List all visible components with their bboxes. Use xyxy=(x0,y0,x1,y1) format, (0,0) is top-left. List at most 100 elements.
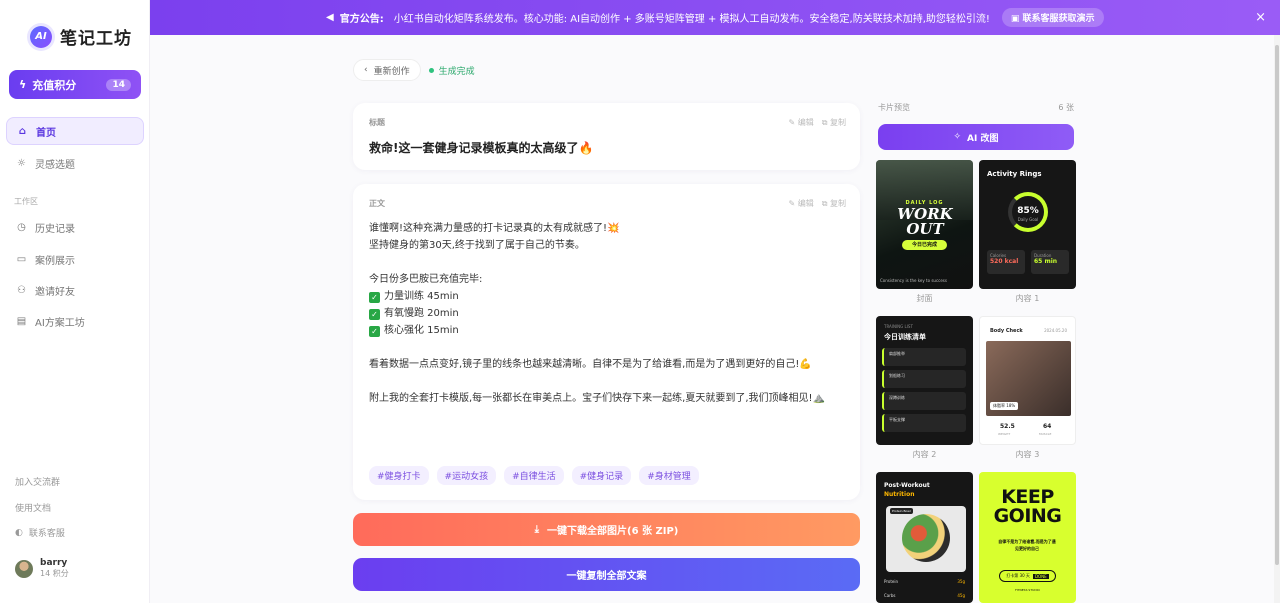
card-footer: FITNESS STUDIO xyxy=(1015,588,1040,592)
download-icon: ⤓ xyxy=(534,524,540,535)
nav-item-label: 案例展示 xyxy=(35,255,75,267)
nav-item-invite[interactable]: ⚇ 邀请好友 xyxy=(6,276,144,304)
preview-caption: 封面 xyxy=(916,294,933,303)
support-icon: ◐ xyxy=(15,527,23,538)
join-group-link[interactable]: 加入交流群 xyxy=(15,475,60,488)
weight-value: 52.5 xyxy=(1000,423,1015,430)
recreate-button[interactable]: ‹ 重新创作 xyxy=(353,59,421,81)
hashtag[interactable]: #健身打卡 xyxy=(369,466,429,485)
body-line: 今日份多巴胺已充值完毕: xyxy=(369,274,483,285)
nav-item-history[interactable]: ◷ 历史记录 xyxy=(6,213,144,241)
post-body: 谁懂啊!这种充满力量感的打卡记录真的太有成就感了!💥 坚持健身的第30天,终于找… xyxy=(369,220,839,407)
bowl-chip: Protein Bowl xyxy=(890,508,913,514)
brand-name: 笔记工坊 xyxy=(60,29,132,49)
preview-caption: 内容 1 xyxy=(1015,294,1040,303)
hashtag[interactable]: #身材管理 xyxy=(639,466,699,485)
chevron-left-icon: ‹ xyxy=(364,65,368,75)
result-topbar: ‹ 重新创作 生成完成 xyxy=(353,59,475,81)
download-all-button[interactable]: ⤓ 一键下载全部图片(6 张 ZIP) xyxy=(353,513,860,546)
done-chip: DONE xyxy=(1032,573,1049,579)
status-text: 生成完成 xyxy=(438,66,475,77)
preview-count: 6 张 xyxy=(1058,103,1074,112)
preview-card-content-2[interactable]: TRAINING LIST 今日训练清单 肩部推举 划船练习 深蹲训练 平板支撑 xyxy=(876,316,973,445)
support-link[interactable]: ◐ 联系客服 xyxy=(15,526,65,540)
preview-card-content-1[interactable]: Activity Rings 85% Daily Goal Calories 5… xyxy=(979,160,1076,289)
preview-card-content-3[interactable]: Body Check 2024.05.20 体脂率 18% 52.5 WEIGH… xyxy=(979,316,1076,445)
preview-header: 卡片预览 6 张 xyxy=(878,102,1074,113)
checkmark-icon: ✓ xyxy=(369,326,380,337)
checklist-item: ✓ 有氧慢跑 20min xyxy=(369,305,839,322)
edit-title-button[interactable]: ✎ 编辑 xyxy=(788,117,813,128)
card-subtitle: 自律不是为了给谁看,而是为了遇见更好的自己 xyxy=(998,539,1056,551)
page-scrollbar[interactable] xyxy=(1274,35,1280,603)
checklist-item: ✓ 核心强化 15min xyxy=(369,322,839,339)
copy-all-button[interactable]: 一键复制全部文案 xyxy=(353,558,860,591)
ai-edit-button[interactable]: ✧ AI 改图 xyxy=(878,124,1074,150)
preview-card-cover[interactable]: DAILY LOG WORK OUT 今日已完成 Consistency is … xyxy=(876,160,973,289)
ring-caption: Daily Goal xyxy=(1017,217,1039,222)
contact-sales-button[interactable]: ▣ 联系客服获取演示 xyxy=(1001,8,1104,27)
recharge-button[interactable]: ϟ 充值积分 14 xyxy=(9,70,141,99)
training-row: 平板支撑 xyxy=(882,414,966,432)
copy-all-label: 一键复制全部文案 xyxy=(566,571,647,582)
nav-item-home[interactable]: ⌂ 首页 xyxy=(6,117,144,145)
avatar xyxy=(15,559,33,578)
nav-item-label: 首页 xyxy=(36,127,56,139)
training-row: 深蹲训练 xyxy=(882,392,966,410)
lightning-icon: ϟ xyxy=(19,78,27,91)
logo[interactable]: AI 笔记工坊 xyxy=(30,24,132,49)
body-fat-chip: 体脂率 18% xyxy=(990,402,1019,410)
clock-icon: ◷ xyxy=(17,221,26,233)
checkmark-icon: ✓ xyxy=(369,309,380,320)
card-heading: Post-Workout xyxy=(884,482,930,489)
copy-body-button[interactable]: ⧉ 复制 xyxy=(822,198,846,209)
hashtag[interactable]: #运动女孩 xyxy=(436,466,497,485)
nav-item-inspiration[interactable]: ☼ 灵感选题 xyxy=(6,149,144,177)
macro-label: Carbs xyxy=(884,593,896,598)
docs-link[interactable]: 使用文档 xyxy=(15,501,51,514)
preview-card-content-5[interactable]: KEEP GOING 自律不是为了给谁看,而是为了遇见更好的自己 打卡第 30 … xyxy=(979,472,1076,603)
edit-label: 编辑 xyxy=(797,199,814,208)
support-label: 联系客服 xyxy=(28,529,65,539)
copy-label: 复制 xyxy=(830,199,846,208)
copy-label: 复制 xyxy=(830,118,846,127)
hashtag[interactable]: #自律生活 xyxy=(504,466,564,485)
muscle-label: MUSCLE xyxy=(1039,432,1052,436)
title-card: 标题 ✎ 编辑 ⧉ 复制 救命!这一套健身记录模板真的太高级了🔥 xyxy=(353,103,860,170)
body-line: 附上我的全套打卡模版,每一张都长在审美点上。宝子们快存下来一起练,夏天就要到了,… xyxy=(369,393,825,404)
status-indicator: 生成完成 xyxy=(428,64,475,77)
card-heading: 今日训练清单 xyxy=(884,333,926,341)
training-row: 划船练习 xyxy=(882,370,966,388)
hashtag[interactable]: #健身记录 xyxy=(571,466,632,485)
nav-item-label: 灵感选题 xyxy=(35,159,75,171)
streak-pill: 打卡第 30 天 DONE xyxy=(999,570,1056,582)
user-name: barry xyxy=(40,558,68,568)
calories-stat: Calories 520 kcal xyxy=(987,250,1025,274)
body-line: 谁懂啊!这种充满力量感的打卡记录真的太有成就感了!💥 xyxy=(369,223,620,234)
card-heading: Activity Rings xyxy=(987,170,1042,178)
nav-item-ai-workshop[interactable]: ▤ AI方案工坊 xyxy=(6,307,144,335)
cover-badge: 今日已完成 xyxy=(902,240,947,250)
workspace-section-label: 工作区 xyxy=(14,197,38,206)
copy-title-button[interactable]: ⧉ 复制 xyxy=(822,117,846,128)
download-label: 一键下载全部图片(6 张 ZIP) xyxy=(547,526,679,537)
points-badge: 14 xyxy=(106,78,131,91)
user-points: 14 积分 xyxy=(40,569,69,578)
user-profile[interactable]: barry 14 积分 xyxy=(15,558,69,579)
body-card-tools: ✎ 编辑 ⧉ 复制 xyxy=(788,198,846,209)
document-icon: ▤ xyxy=(16,315,27,327)
edit-body-button[interactable]: ✎ 编辑 xyxy=(788,198,813,209)
close-icon[interactable]: × xyxy=(1255,10,1266,25)
nav-item-cases[interactable]: ▭ 案例展示 xyxy=(6,245,144,273)
edit-label: 编辑 xyxy=(797,118,814,127)
body-line: 坚持健身的第30天,终于找到了属于自己的节奏。 xyxy=(369,240,585,251)
scrollbar-thumb[interactable] xyxy=(1275,45,1279,565)
bowl-photo xyxy=(886,506,966,572)
card-heading: Body Check xyxy=(990,328,1023,334)
preview-card-content-4[interactable]: Post-Workout Nutrition Protein Bowl Prot… xyxy=(876,472,973,603)
post-title: 救命!这一套健身记录模板真的太高级了🔥 xyxy=(369,141,594,155)
stat-value: 65 min xyxy=(1034,258,1058,265)
preview-label: 卡片预览 xyxy=(878,103,910,112)
banner-label: 官方公告: xyxy=(339,14,384,25)
stat-value: 520 kcal xyxy=(990,258,1019,265)
